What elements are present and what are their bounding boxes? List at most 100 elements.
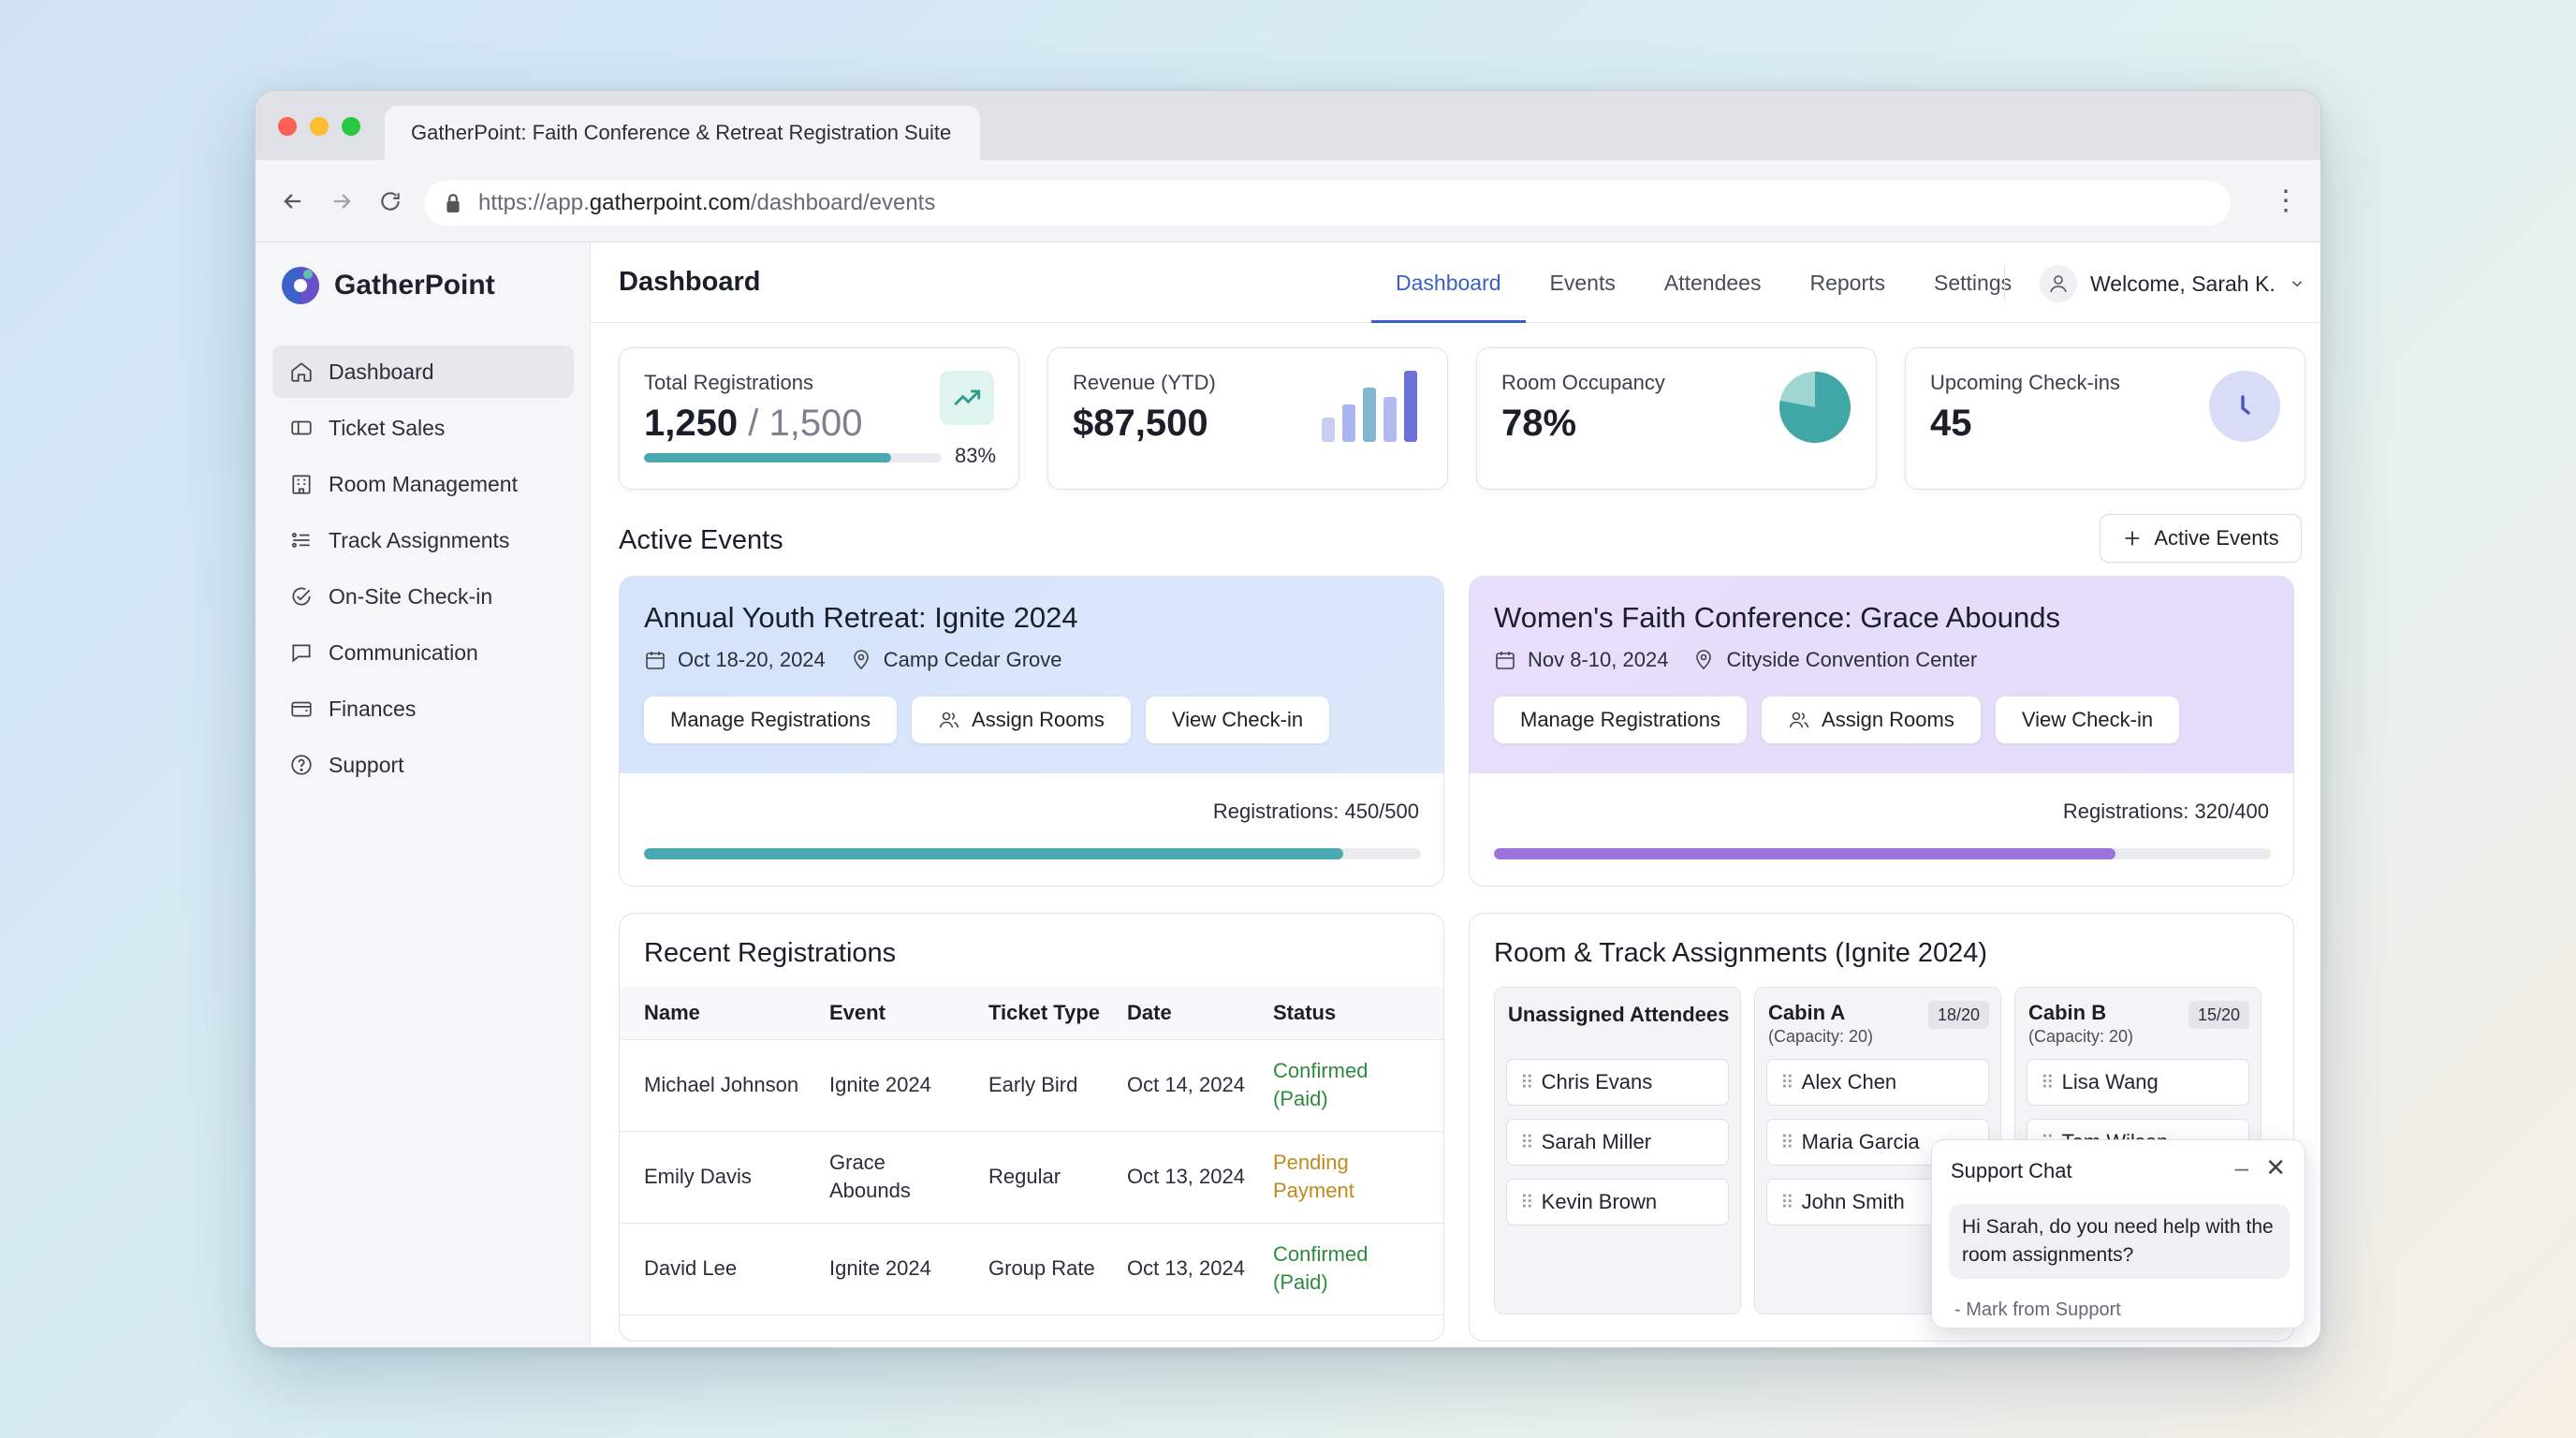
status-line: Confirmed [1273, 1059, 1368, 1082]
table-row[interactable]: Emily Davis Grace Abounds Regular Oct 13… [620, 1131, 1443, 1224]
user-menu[interactable]: Welcome, Sarah K. [2040, 265, 2305, 302]
cell-event: Ignite 2024 [829, 1223, 988, 1315]
attendee-name: Sarah Miller [1541, 1130, 1652, 1153]
stat-card-revenue: Revenue (YTD) $87,500 [1047, 347, 1448, 490]
drag-handle-icon[interactable]: ⠿ [2041, 1071, 2055, 1094]
clock-icon [2209, 371, 2280, 442]
cell-status: Pending Payment [1273, 1131, 1443, 1224]
attendee-chip[interactable]: ⠿ Kevin Brown [1506, 1179, 1729, 1225]
registrations-progress-fill [644, 453, 891, 462]
maximize-window-button[interactable] [342, 117, 360, 136]
manage-registrations-button[interactable]: Manage Registrations [644, 697, 898, 743]
event-card-header: Annual Youth Retreat: Ignite 2024 Oct 18… [620, 577, 1443, 773]
sidebar-item-track-assignments[interactable]: Track Assignments [272, 514, 574, 566]
event-title[interactable]: Annual Youth Retreat: Ignite 2024 [644, 601, 1078, 635]
column-title: Cabin B [2028, 1001, 2107, 1024]
drag-handle-icon[interactable]: ⠿ [1780, 1191, 1794, 1214]
button-label: Assign Rooms [1822, 708, 1954, 731]
close-window-button[interactable] [278, 117, 297, 136]
attendee-name: Lisa Wang [2061, 1070, 2159, 1093]
tab-attendees[interactable]: Attendees [1640, 242, 1786, 323]
sidebar-item-label: Finances [329, 696, 417, 721]
browser-tab[interactable]: GatherPoint: Faith Conference & Retreat … [385, 106, 980, 160]
drag-handle-icon[interactable]: ⠿ [1520, 1191, 1534, 1214]
registrations-percent: 83% [955, 444, 997, 467]
drag-handle-icon[interactable]: ⠿ [1520, 1071, 1534, 1094]
status-line: (Paid) [1273, 1270, 1328, 1294]
add-active-event-button[interactable]: Active Events [2100, 514, 2302, 563]
gatherpoint-logo-icon [282, 267, 319, 304]
sidebar-item-label: Ticket Sales [329, 415, 446, 440]
panel-title: Recent Registrations [644, 938, 897, 968]
calendar-icon [646, 652, 665, 669]
cell-name: Michael Johnson [620, 1039, 829, 1132]
column-capacity: (Capacity: 20) [1768, 1027, 1874, 1046]
manage-registrations-button[interactable]: Manage Registrations [1494, 697, 1748, 743]
location-pin-icon [853, 650, 869, 670]
drag-handle-icon[interactable]: ⠿ [1780, 1131, 1794, 1154]
sidebar-item-ticket-sales[interactable]: Ticket Sales [272, 402, 574, 454]
occupancy-badge: 15/20 [2188, 1001, 2249, 1029]
sidebar-item-label: On-Site Check-in [329, 583, 493, 609]
reload-icon[interactable] [372, 183, 409, 220]
registrations-progress [644, 453, 942, 462]
event-dates: Nov 8-10, 2024 [1528, 648, 1669, 671]
calendar-icon [1496, 652, 1515, 669]
cell-event: Ignite 2024 [829, 1039, 988, 1132]
close-icon[interactable]: ✕ [2265, 1153, 2286, 1182]
lock-icon [446, 194, 460, 213]
tab-dashboard[interactable]: Dashboard [1371, 242, 1526, 323]
sidebar-item-check-in[interactable]: On-Site Check-in [272, 570, 574, 623]
event-actions: Manage Registrations Assign Rooms View C… [1494, 697, 2180, 743]
attendee-name: Alex Chen [1801, 1070, 1897, 1093]
attendee-chip[interactable]: ⠿ Chris Evans [1506, 1059, 1729, 1106]
table-row[interactable]: David Lee Ignite 2024 Group Rate Oct 13,… [620, 1223, 1443, 1315]
tab-settings[interactable]: Settings [1910, 242, 2036, 323]
view-check-in-button[interactable]: View Check-in [1145, 697, 1330, 743]
column-header[interactable]: Event [829, 987, 988, 1040]
column-title: Cabin A [1768, 1001, 1846, 1024]
button-label: Active Events [2154, 526, 2279, 550]
column-capacity: (Capacity: 20) [2028, 1027, 2134, 1046]
cell-event: Grace Abounds [829, 1131, 988, 1224]
sidebar-item-room-management[interactable]: Room Management [272, 458, 574, 510]
sidebar-item-label: Dashboard [329, 359, 434, 384]
chevron-down-icon [2291, 281, 2302, 287]
help-icon [291, 755, 312, 775]
column-header[interactable]: Date [1127, 987, 1273, 1040]
assign-rooms-button[interactable]: Assign Rooms [912, 697, 1131, 743]
tab-reports[interactable]: Reports [1785, 242, 1910, 323]
event-title[interactable]: Women's Faith Conference: Grace Abounds [1494, 601, 2060, 635]
sidebar-item-finances[interactable]: Finances [272, 682, 574, 735]
drag-handle-icon[interactable]: ⠿ [1780, 1071, 1794, 1094]
cell-date: Oct 13, 2024 [1127, 1223, 1273, 1315]
column-header[interactable]: Status [1273, 987, 1443, 1040]
url-field[interactable]: https://app. gatherpoint.com/dashboard/ev… [424, 181, 2231, 226]
forward-icon[interactable] [323, 183, 360, 220]
brand[interactable]: GatherPoint [280, 265, 495, 306]
stat-value: 1,250 / 1,500 [644, 403, 863, 445]
view-check-in-button[interactable]: View Check-in [1995, 697, 2180, 743]
status-line: (Paid) [1273, 1087, 1328, 1110]
back-icon[interactable] [274, 183, 312, 220]
tab-events[interactable]: Events [1526, 242, 1640, 323]
sidebar-item-dashboard[interactable]: Dashboard [272, 345, 574, 398]
event-location: Cityside Convention Center [1726, 648, 1978, 671]
minimize-window-button[interactable] [310, 117, 329, 136]
attendee-chip[interactable]: ⠿ Alex Chen [1766, 1059, 1989, 1106]
assign-rooms-button[interactable]: Assign Rooms [1762, 697, 1981, 743]
button-label: Assign Rooms [972, 708, 1105, 731]
browser-menu-icon[interactable]: ⋮ [2272, 184, 2300, 218]
sidebar-item-communication[interactable]: Communication [272, 626, 574, 679]
chat-icon [292, 644, 311, 663]
pie-chart-icon [1779, 372, 1851, 443]
drag-handle-icon[interactable]: ⠿ [1520, 1131, 1534, 1154]
column-header[interactable]: Ticket Type [988, 987, 1127, 1040]
attendee-chip[interactable]: ⠿ Lisa Wang [2027, 1059, 2249, 1106]
table-row[interactable]: Michael Johnson Ignite 2024 Early Bird O… [620, 1039, 1443, 1132]
minimize-icon[interactable]: – [2235, 1153, 2248, 1182]
column-header[interactable]: Name [620, 987, 829, 1040]
attendee-chip[interactable]: ⠿ Sarah Miller [1506, 1119, 1729, 1166]
sidebar-item-support[interactable]: Support [272, 739, 574, 791]
chat-message: Hi Sarah, do you need help with the room… [1949, 1204, 2290, 1279]
